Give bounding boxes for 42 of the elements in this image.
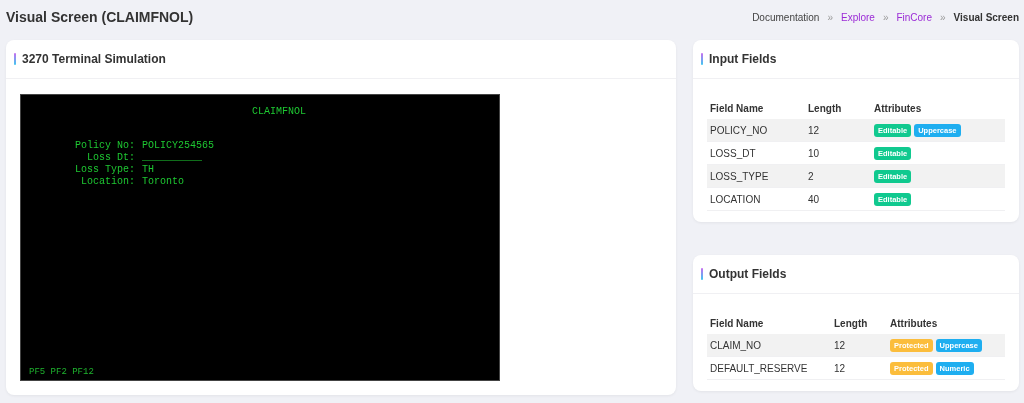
table-cell: 2	[805, 164, 871, 188]
breadcrumb-separator: »	[940, 11, 946, 23]
card-title: Output Fields	[709, 267, 787, 281]
column-header: Length	[805, 97, 871, 119]
field-value: __________	[142, 152, 204, 164]
field-label: Loss Dt:	[86, 152, 135, 164]
accent-bar	[701, 53, 703, 65]
table-cell: 12	[831, 356, 887, 380]
screen-name: CLAIMFNOL	[251, 106, 307, 117]
breadcrumb-link[interactable]: FinCore	[896, 11, 932, 23]
table-cell: LOCATION	[707, 187, 805, 211]
breadcrumb-separator: »	[882, 11, 889, 23]
column-header: Attributes	[871, 97, 1005, 119]
field-label: Location:	[80, 176, 135, 188]
table-cell: 40	[805, 187, 871, 211]
table-cell: CLAIM_NO	[707, 334, 831, 357]
field-value: TH	[142, 164, 156, 176]
field-label: Loss Type:	[75, 164, 135, 176]
table-cell: LOSS_TYPE	[707, 164, 805, 188]
card-title: 3270 Terminal Simulation	[22, 52, 166, 66]
table-cell: DEFAULT_RESERVE	[707, 356, 831, 380]
card-title: Input Fields	[709, 52, 777, 66]
table-cell: POLICY_NO	[707, 119, 805, 142]
table-cell: LOSS_DT	[707, 141, 805, 165]
breadcrumb-link[interactable]: Explore	[840, 11, 875, 23]
field-value: Toronto	[142, 176, 186, 188]
column-header: Length	[831, 312, 887, 334]
column-header: Attributes	[887, 312, 1005, 334]
accent-bar	[701, 268, 703, 280]
column-header: Field Name	[707, 312, 831, 334]
function-keys: PF5 PF2 PF12	[29, 367, 499, 377]
breadcrumb-current: Visual Screen	[953, 11, 1019, 23]
column-header: Field Name	[707, 97, 805, 119]
table-cell: 12	[831, 334, 887, 357]
breadcrumb-separator: »	[827, 11, 833, 23]
page-title: Visual Screen (CLAIMFNOL)	[6, 9, 194, 25]
breadcrumb-item: Documentation	[752, 11, 820, 23]
field-label: Policy No:	[75, 140, 135, 152]
table-cell: 10	[805, 141, 871, 165]
table-cell: 12	[805, 119, 871, 142]
accent-bar	[14, 53, 16, 65]
field-value: POLICY254565	[142, 140, 215, 152]
